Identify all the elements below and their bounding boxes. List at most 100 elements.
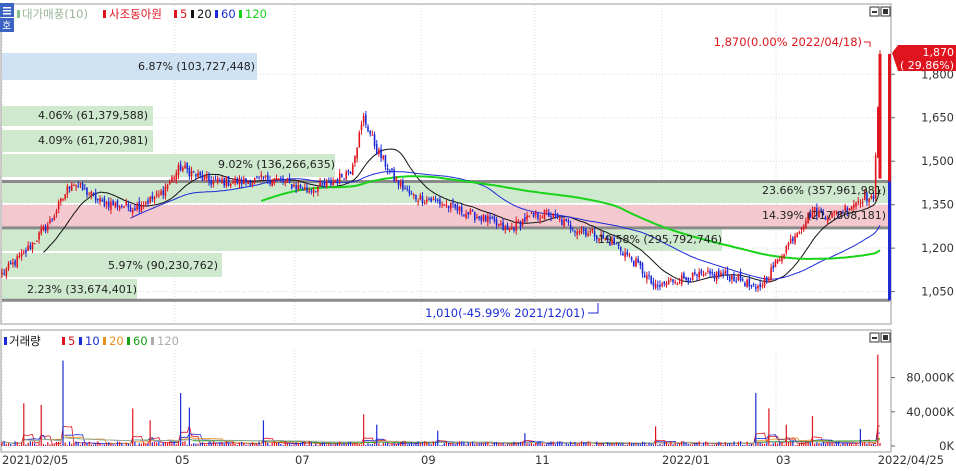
candle xyxy=(802,225,805,229)
candle xyxy=(134,208,136,211)
volume-band-label: 4.06% (61,379,588) xyxy=(38,109,148,122)
volume-bar xyxy=(82,442,84,446)
candle xyxy=(680,275,683,285)
legend-vma5[interactable]: 5 xyxy=(68,334,75,348)
candle xyxy=(471,209,474,211)
candle xyxy=(739,271,742,281)
candle xyxy=(436,199,439,202)
volume-bar xyxy=(121,443,123,446)
volume-bar xyxy=(208,441,210,446)
legend-vma120[interactable]: 120 xyxy=(157,334,179,348)
volume-bar xyxy=(674,442,676,446)
volume-bar xyxy=(742,444,744,446)
candle xyxy=(530,212,533,214)
volume-bar xyxy=(108,442,110,446)
candle xyxy=(783,254,785,258)
candle xyxy=(694,272,696,275)
candle xyxy=(626,251,629,255)
volume-bar xyxy=(40,404,42,446)
volume-bar xyxy=(694,443,696,446)
volume-bar xyxy=(659,443,661,446)
current-change: ( 29.86%) xyxy=(900,59,954,72)
candle xyxy=(83,188,86,190)
candle xyxy=(341,173,343,178)
volume-bar xyxy=(86,443,88,446)
candle xyxy=(517,221,520,223)
volume-bar xyxy=(504,444,506,446)
high-annotation: 1,870(0.00% 2022/04/18) xyxy=(714,35,862,49)
candle xyxy=(12,262,14,265)
volume-bar xyxy=(759,442,761,446)
legend-ma60[interactable]: 60 xyxy=(221,7,236,21)
volume-bar xyxy=(347,442,350,446)
candle xyxy=(576,231,578,235)
candle xyxy=(447,205,450,208)
volume-bar xyxy=(341,444,343,446)
volume-bar xyxy=(145,444,147,446)
legend-ma120[interactable]: 120 xyxy=(245,7,267,21)
legend-vma20[interactable]: 20 xyxy=(109,334,124,348)
candle xyxy=(373,134,376,147)
candle xyxy=(125,202,127,205)
candle xyxy=(306,187,308,192)
volume-bar xyxy=(1,442,3,446)
candle xyxy=(219,180,221,182)
volume-bar xyxy=(430,444,432,446)
volume-bar xyxy=(526,443,528,446)
legend-vma60[interactable]: 60 xyxy=(133,334,148,348)
volume-bar xyxy=(330,443,332,446)
candle xyxy=(18,255,21,257)
candle xyxy=(722,273,724,275)
volume-bar xyxy=(844,442,846,446)
volume-bar xyxy=(343,442,345,446)
candle xyxy=(537,213,539,219)
candle xyxy=(155,193,158,196)
candle xyxy=(445,204,448,206)
volume-bar xyxy=(402,441,404,446)
volume-bar xyxy=(770,444,772,446)
volume-bar xyxy=(827,442,829,446)
candle xyxy=(225,177,228,187)
volume-bar xyxy=(753,445,755,446)
volume-bar xyxy=(278,442,280,446)
volume-bar xyxy=(339,441,341,446)
legend-ma20[interactable]: 20 xyxy=(197,7,212,21)
volume-bar xyxy=(809,442,811,446)
volume-bar xyxy=(103,444,105,446)
candle xyxy=(258,176,260,178)
volume-bar xyxy=(474,444,476,446)
candle xyxy=(186,163,188,170)
volume-bar xyxy=(798,443,800,446)
candle xyxy=(683,273,685,279)
volume-bar xyxy=(626,444,628,446)
volume-bar xyxy=(604,445,607,446)
volume-bar xyxy=(16,441,18,446)
candle xyxy=(203,176,206,180)
volume-marker-icon xyxy=(4,337,7,345)
volume-bar xyxy=(556,441,559,446)
volume-bar xyxy=(432,441,434,446)
volume-bar xyxy=(365,444,367,446)
candle xyxy=(637,258,639,263)
volume-bar xyxy=(125,443,127,446)
candle xyxy=(347,170,350,173)
volume-bar xyxy=(768,408,770,446)
volume-band-label: 5.97% (90,230,762) xyxy=(108,259,218,272)
candle xyxy=(487,215,489,222)
candle xyxy=(624,252,626,258)
candle xyxy=(550,216,552,218)
legend-vma10[interactable]: 10 xyxy=(85,334,100,348)
volume-bar xyxy=(631,443,633,446)
volume-bar xyxy=(842,442,844,446)
candle xyxy=(746,279,748,287)
volume-bar xyxy=(620,443,622,446)
volume-bar xyxy=(500,443,502,446)
legend-ma5[interactable]: 5 xyxy=(180,7,187,21)
volume-bar xyxy=(134,441,136,446)
candle xyxy=(129,207,132,212)
candle xyxy=(765,277,768,282)
candle xyxy=(628,254,631,256)
candle xyxy=(419,195,422,200)
volume-bar xyxy=(315,443,317,446)
candle xyxy=(589,231,592,233)
